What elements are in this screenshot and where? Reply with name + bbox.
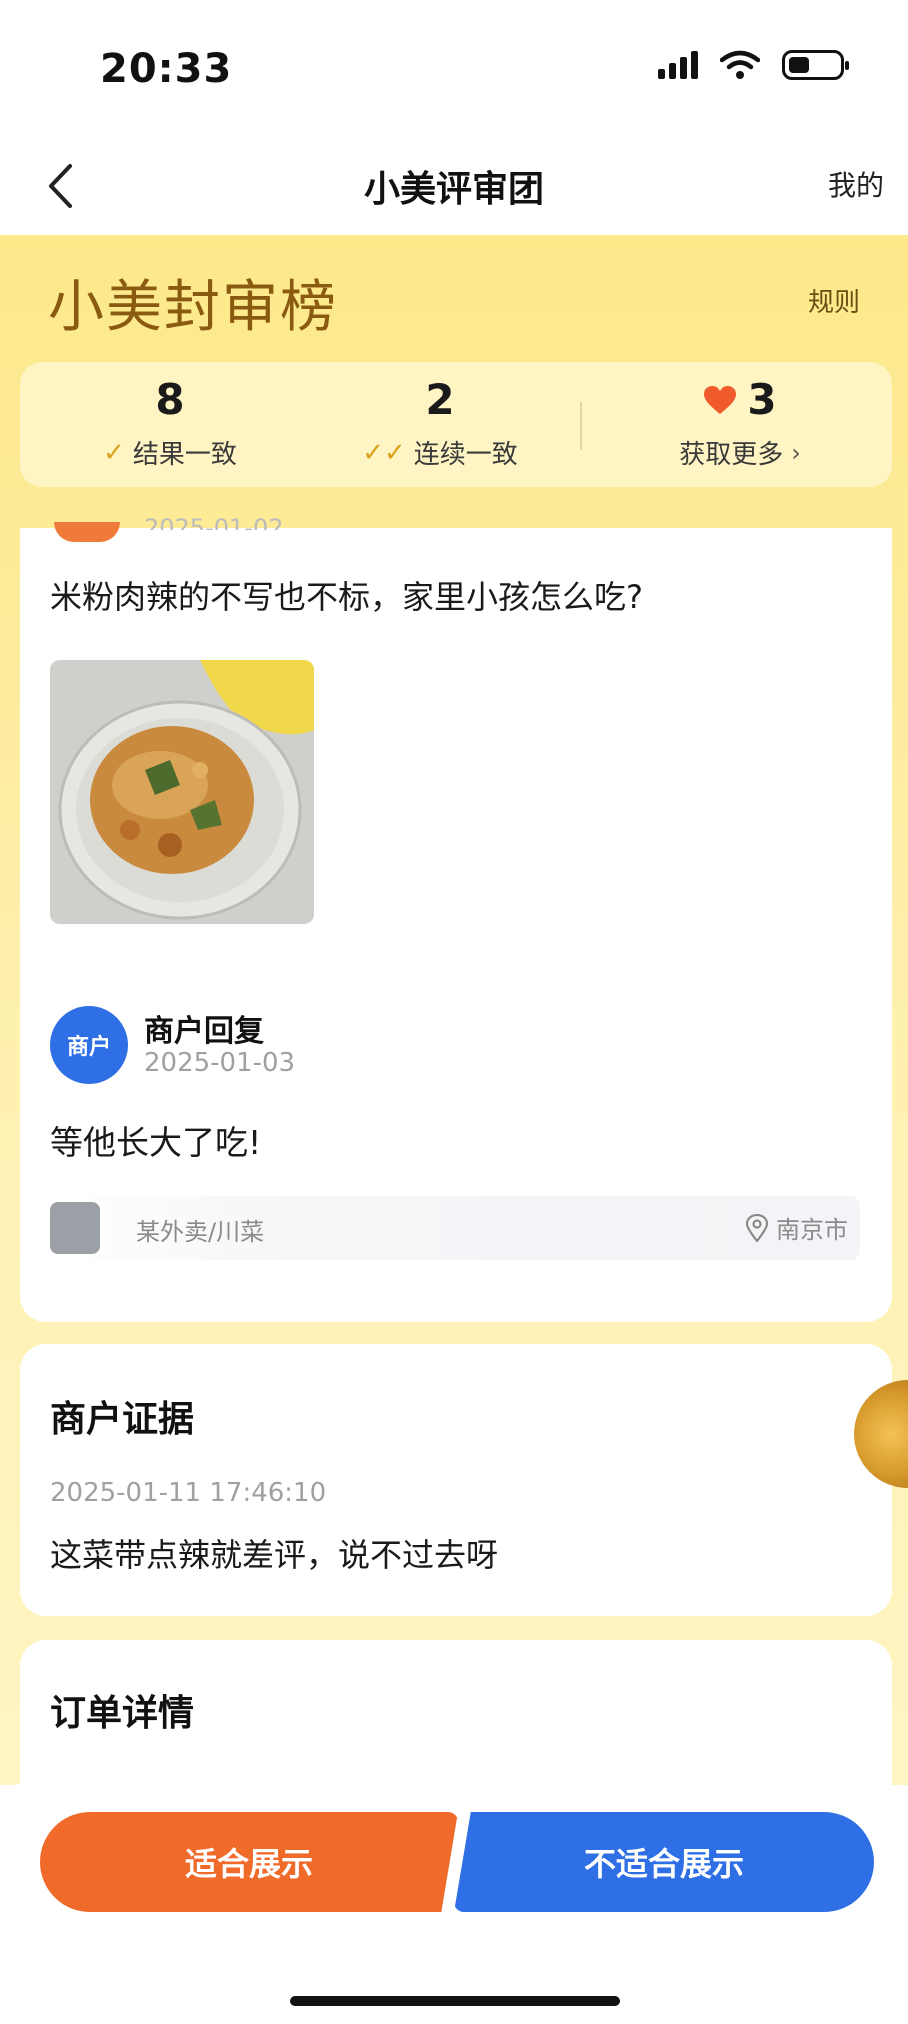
wifi-icon xyxy=(720,50,760,79)
reply-title: 商户回复 xyxy=(144,1014,264,1049)
review-date: 2025-01-02 xyxy=(144,514,284,530)
stat-label: 连续一致 xyxy=(413,440,518,470)
stat-value: 2 xyxy=(425,375,455,424)
rules-link[interactable]: 规则 xyxy=(808,282,860,319)
chevron-right-icon: › xyxy=(791,438,801,467)
reply-date: 2025-01-03 xyxy=(144,1048,296,1078)
review-photo[interactable] xyxy=(50,660,314,924)
shop-name: 某外卖/川菜 xyxy=(136,1218,265,1246)
page-title: 小美评审团 xyxy=(363,169,544,210)
review-text: 米粉肉辣的不写也不标，家里小孩怎么吃? xyxy=(50,578,643,616)
nav-bar: 小美评审团 我的 xyxy=(0,140,908,235)
location-pin-icon xyxy=(746,1213,768,1242)
signal-icon xyxy=(658,51,698,79)
food-image xyxy=(50,660,314,924)
shop-info-row[interactable]: 某外卖/川菜 南京市 xyxy=(50,1196,860,1260)
reviewer-avatar xyxy=(54,522,120,542)
mine-link[interactable]: 我的 xyxy=(828,164,884,204)
shop-location: 南京市 xyxy=(746,1210,848,1245)
status-icons xyxy=(658,50,849,80)
stat-streak: 2 ✓✓ 连续一致 xyxy=(320,372,560,471)
get-more-link: 获取更多 xyxy=(679,440,784,470)
divider xyxy=(580,402,582,450)
shop-thumbnail-icon xyxy=(50,1202,100,1254)
merchant-avatar: 商户 xyxy=(50,1006,128,1084)
unsuitable-button[interactable]: 不适合展示 xyxy=(454,1812,874,1912)
shop-city: 南京市 xyxy=(776,1216,848,1244)
battery-icon xyxy=(782,50,849,80)
double-check-icon: ✓✓ xyxy=(362,437,406,468)
stat-label: 结果一致 xyxy=(132,440,237,470)
evidence-time: 2025-01-11 17:46:10 xyxy=(50,1478,327,1508)
stat-value: 3 xyxy=(747,375,777,424)
home-indicator[interactable] xyxy=(290,1996,620,2006)
status-time: 20:33 xyxy=(100,46,233,92)
reply-text: 等他长大了吃! xyxy=(50,1123,262,1162)
evidence-text: 这菜带点辣就差评，说不过去呀 xyxy=(50,1536,499,1574)
bottom-action-bar: 适合展示 不适合展示 xyxy=(0,1782,908,2024)
check-icon: ✓ xyxy=(103,437,125,468)
heart-icon xyxy=(704,386,737,414)
order-title: 订单详情 xyxy=(50,1693,195,1734)
status-bar: 20:33 xyxy=(0,0,908,140)
suitable-button[interactable]: 适合展示 xyxy=(40,1812,458,1912)
stat-value: 8 xyxy=(155,375,185,424)
stat-hearts[interactable]: 3 获取更多 › xyxy=(620,372,860,471)
evidence-title: 商户证据 xyxy=(50,1399,195,1440)
stat-consistent-results: 8 ✓ 结果一致 xyxy=(50,372,290,471)
banner-title: 小美封审榜 xyxy=(48,275,338,340)
stats-card: 8 ✓ 结果一致 2 ✓✓ 连续一致 3 获取更多 › xyxy=(20,362,892,487)
